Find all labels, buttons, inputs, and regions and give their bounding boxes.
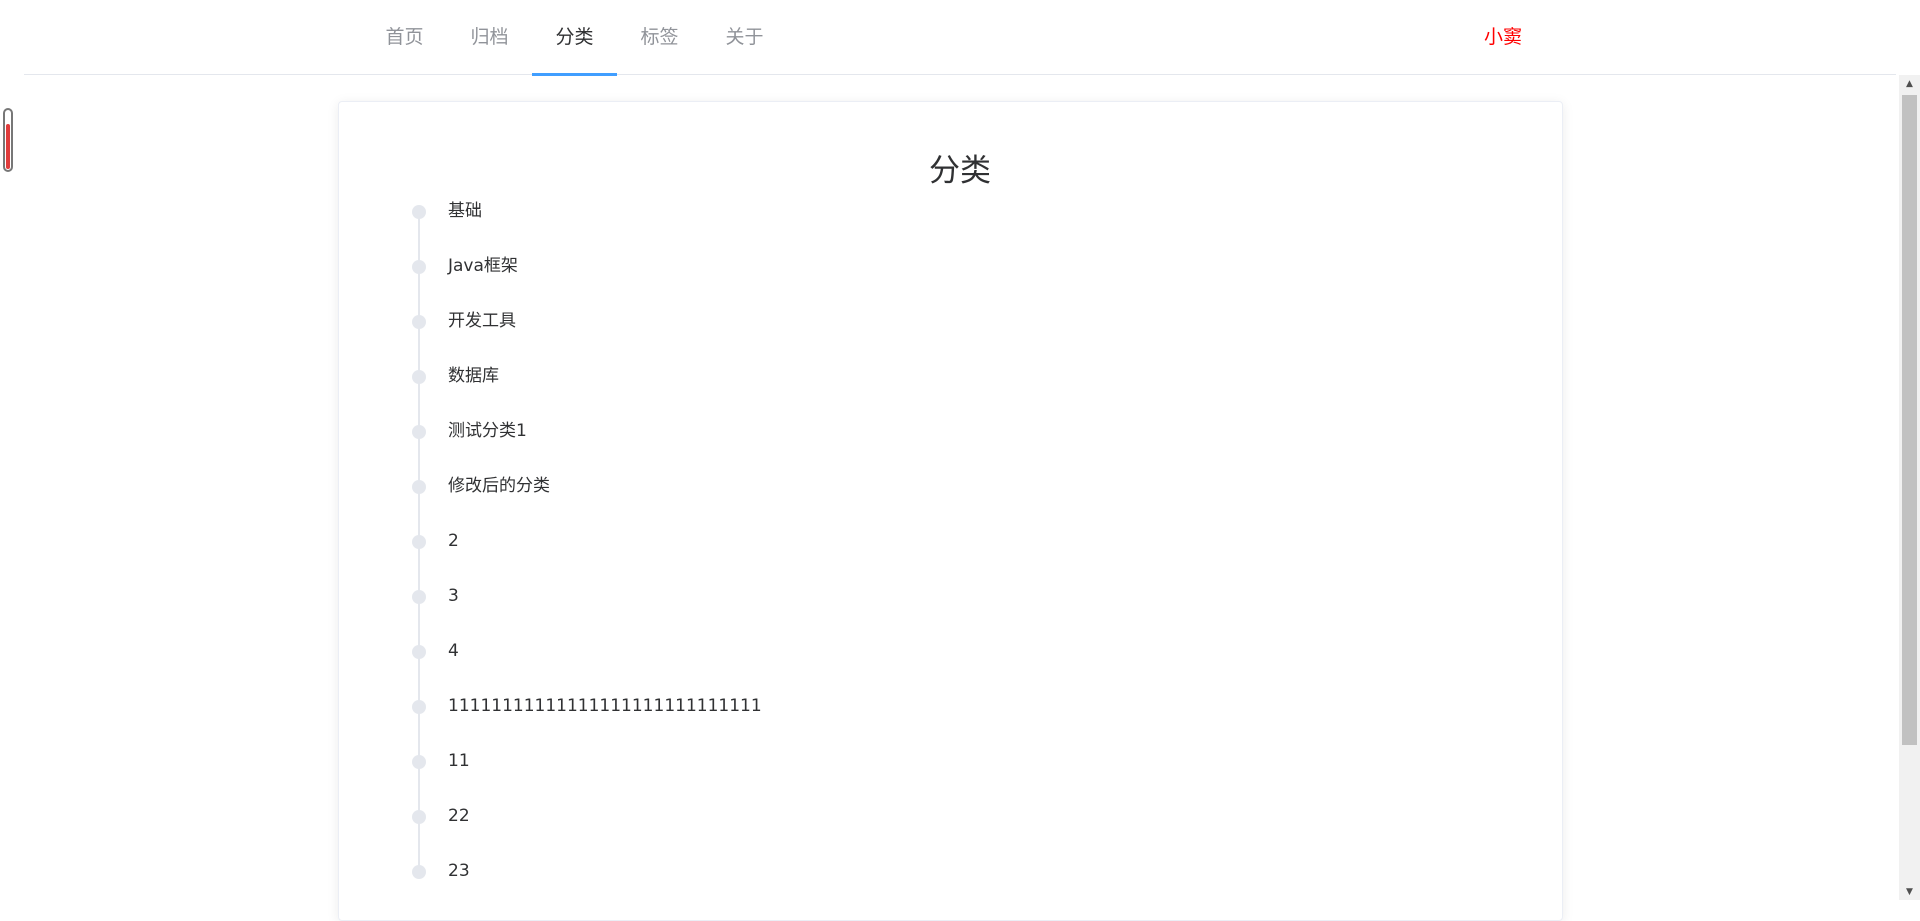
category-label[interactable]: 3 bbox=[448, 585, 459, 607]
circle-dot-icon bbox=[412, 260, 426, 274]
category-label[interactable]: 测试分类1 bbox=[448, 420, 527, 442]
tab-home[interactable]: 首页 bbox=[362, 0, 447, 75]
circle-dot-icon bbox=[412, 370, 426, 384]
category-item: 4 bbox=[412, 628, 1212, 713]
category-item: 3 bbox=[412, 573, 1212, 658]
vertical-scrollbar[interactable]: ▲ ▼ bbox=[1899, 75, 1920, 900]
triangle-down-icon[interactable]: ▼ bbox=[1899, 883, 1920, 900]
circle-dot-icon bbox=[412, 590, 426, 604]
category-item: 测试分类1 bbox=[412, 408, 1212, 493]
category-item: 23 bbox=[412, 848, 1212, 903]
tab-categories[interactable]: 分类 bbox=[532, 0, 617, 76]
nav-tabs: 首页 归档 分类 标签 关于 bbox=[362, 0, 787, 76]
circle-dot-icon bbox=[412, 810, 426, 824]
tab-about[interactable]: 关于 bbox=[702, 0, 787, 75]
category-item: 22 bbox=[412, 793, 1212, 878]
circle-dot-icon bbox=[412, 480, 426, 494]
category-label[interactable]: 数据库 bbox=[448, 365, 499, 387]
category-item: 11111111111111111111111111111 bbox=[412, 683, 1212, 768]
circle-dot-icon bbox=[412, 865, 426, 879]
category-label[interactable]: 11 bbox=[448, 750, 470, 772]
triangle-up-icon[interactable]: ▲ bbox=[1899, 75, 1920, 92]
scrollbar-thumb[interactable] bbox=[1902, 95, 1917, 745]
category-item: 开发工具 bbox=[412, 298, 1212, 383]
circle-dot-icon bbox=[412, 645, 426, 659]
circle-dot-icon bbox=[412, 205, 426, 219]
category-item: Java框架 bbox=[412, 243, 1212, 328]
category-label[interactable]: Java框架 bbox=[448, 255, 518, 277]
category-label[interactable]: 基础 bbox=[448, 200, 482, 222]
category-item: 11 bbox=[412, 738, 1212, 823]
tab-archive[interactable]: 归档 bbox=[447, 0, 532, 75]
circle-dot-icon bbox=[412, 755, 426, 769]
category-label[interactable]: 11111111111111111111111111111 bbox=[448, 695, 762, 717]
category-item: 2 bbox=[412, 518, 1212, 603]
category-label[interactable]: 2 bbox=[448, 530, 459, 552]
tab-tags[interactable]: 标签 bbox=[617, 0, 702, 75]
category-label[interactable]: 修改后的分类 bbox=[448, 475, 550, 497]
page-title: 分类 bbox=[929, 153, 991, 189]
category-item: 数据库 bbox=[412, 353, 1212, 438]
category-label[interactable]: 22 bbox=[448, 805, 470, 827]
top-navbar: 首页 归档 分类 标签 关于 小窦 bbox=[24, 0, 1896, 76]
circle-dot-icon bbox=[412, 700, 426, 714]
user-name-link[interactable]: 小窦 bbox=[1484, 0, 1522, 75]
category-timeline: 基础 Java框架 开发工具 数据库 测试分类1 修改后的分类 2 3 4 11111111111… bbox=[412, 188, 1212, 903]
category-label[interactable]: 23 bbox=[448, 860, 470, 882]
category-item: 基础 bbox=[412, 188, 1212, 273]
category-label[interactable]: 开发工具 bbox=[448, 310, 516, 332]
circle-dot-icon bbox=[412, 425, 426, 439]
circle-dot-icon bbox=[412, 535, 426, 549]
category-item: 修改后的分类 bbox=[412, 463, 1212, 548]
category-label[interactable]: 4 bbox=[448, 640, 459, 662]
circle-dot-icon bbox=[412, 315, 426, 329]
